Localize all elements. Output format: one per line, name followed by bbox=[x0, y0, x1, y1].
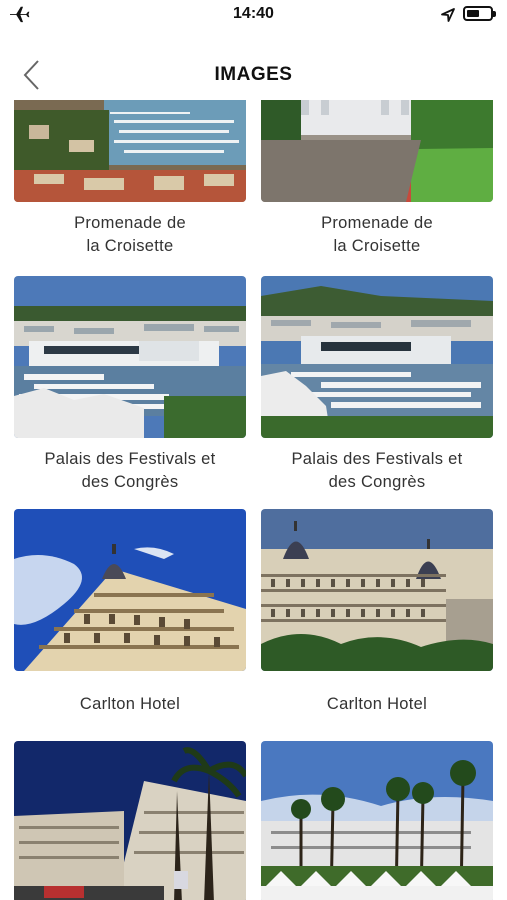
caption-line: Carlton Hotel bbox=[79, 695, 181, 713]
status-bar: 14:40 bbox=[0, 0, 507, 30]
battery-nub bbox=[493, 11, 496, 17]
battery-level bbox=[467, 10, 479, 17]
image-card[interactable]: Carlton Hotel bbox=[14, 509, 246, 716]
caption-line: des Congrès bbox=[328, 473, 426, 491]
nav-bar: IMAGES bbox=[0, 50, 507, 100]
image-grid[interactable]: Promenade de la Croisette Promenade de l… bbox=[0, 100, 507, 900]
image-card[interactable]: Promenade de la Croisette bbox=[261, 100, 493, 258]
caption-line: Palais des Festivals et bbox=[44, 450, 216, 468]
battery-icon bbox=[463, 6, 496, 21]
caption-line: des Congrès bbox=[81, 473, 179, 491]
photo-thumbnail bbox=[261, 276, 493, 438]
status-time: 14:40 bbox=[233, 5, 274, 22]
photo-thumbnail bbox=[14, 509, 246, 671]
image-caption: Palais des Festivals et des Congrès bbox=[14, 448, 246, 494]
photo-thumbnail bbox=[261, 509, 493, 671]
photo-thumbnail bbox=[14, 100, 246, 202]
image-caption: Palais des Festivals et des Congrès bbox=[261, 448, 493, 494]
photo-thumbnail bbox=[14, 741, 246, 900]
page-title: IMAGES bbox=[214, 64, 293, 85]
image-card[interactable] bbox=[261, 741, 493, 900]
photo-thumbnail bbox=[261, 100, 493, 202]
image-caption: Promenade de la Croisette bbox=[261, 212, 493, 258]
caption-line: la Croisette bbox=[333, 237, 421, 255]
image-card[interactable]: Promenade de la Croisette bbox=[14, 100, 246, 258]
image-caption: Promenade de la Croisette bbox=[14, 212, 246, 258]
caption-line: la Croisette bbox=[86, 237, 174, 255]
caption-line: Promenade de bbox=[74, 214, 186, 232]
image-caption: Carlton Hotel bbox=[261, 693, 493, 716]
image-card[interactable]: Palais des Festivals et des Congrès bbox=[14, 276, 246, 494]
image-card[interactable] bbox=[14, 741, 246, 900]
caption-line: Palais des Festivals et bbox=[291, 450, 463, 468]
image-card[interactable]: Palais des Festivals et des Congrès bbox=[261, 276, 493, 494]
location-arrow-icon bbox=[441, 8, 455, 22]
image-caption: Carlton Hotel bbox=[14, 693, 246, 716]
caption-line: Promenade de bbox=[321, 214, 433, 232]
caption-line: Carlton Hotel bbox=[326, 695, 428, 713]
image-card[interactable]: Carlton Hotel bbox=[261, 509, 493, 716]
photo-thumbnail bbox=[14, 276, 246, 438]
photo-thumbnail bbox=[261, 741, 493, 900]
